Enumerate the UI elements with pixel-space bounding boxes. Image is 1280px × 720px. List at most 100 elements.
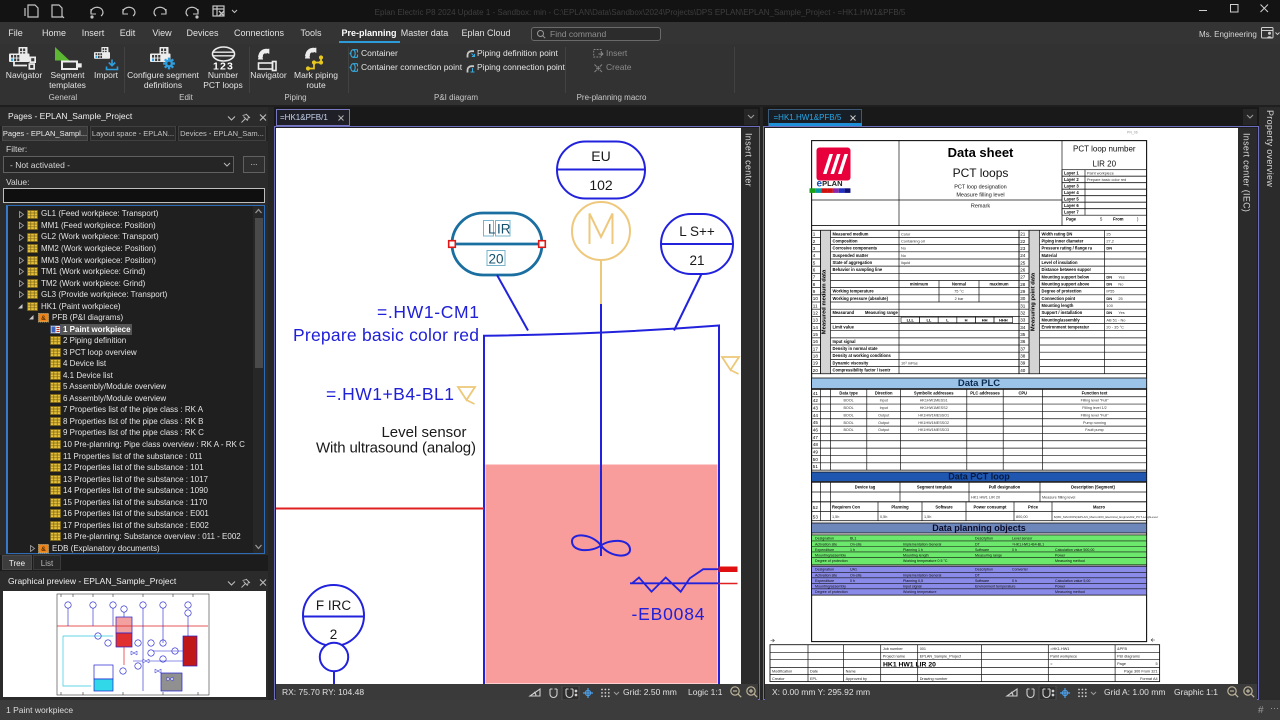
svg-text:Expenditure: Expenditure: [815, 548, 834, 552]
svg-text:Output: Output: [878, 413, 889, 417]
svg-text:Page 300 From 321: Page 300 From 321: [1124, 670, 1158, 674]
svg-text:Measuring method: Measuring method: [1055, 559, 1085, 563]
svg-text:With ultrasound (analog): With ultrasound (analog): [316, 440, 476, 457]
svg-text:No: No: [901, 246, 906, 251]
svg-text:Output: Output: [878, 428, 889, 432]
svg-text:IP55: IP55: [1106, 289, 1114, 294]
svg-text:EPLAN_Sample_Project: EPLAN_Sample_Project: [920, 655, 962, 659]
svg-text:HK1HW1MESS1: HK1HW1MESS1: [920, 399, 948, 403]
svg-text:Working temperature: Working temperature: [833, 289, 875, 294]
svg-text:maximum: maximum: [989, 282, 1008, 287]
svg-text:DN: DN: [1106, 296, 1112, 301]
svg-text:17: 17: [813, 346, 819, 351]
svg-text:Planning 0,5: Planning 0,5: [903, 579, 923, 583]
svg-text:39: 39: [1020, 361, 1026, 366]
svg-text:BOOL: BOOL: [843, 399, 853, 403]
svg-text:HK1HW1MESS2: HK1HW1MESS2: [920, 406, 948, 410]
svg-text:48: 48: [813, 442, 819, 447]
svg-text:Paint workpiece: Paint workpiece: [1087, 171, 1114, 175]
svg-text:Corrosive components: Corrosive components: [833, 246, 878, 251]
svg-text:From: From: [1113, 217, 1124, 222]
svg-text:Segment template: Segment template: [917, 484, 953, 489]
svg-text:46: 46: [813, 428, 819, 433]
svg-text:DN: DN: [1106, 310, 1112, 315]
svg-text:40: 40: [1020, 368, 1026, 373]
svg-text:Measured medium: Measured medium: [833, 231, 869, 236]
svg-text:Piping inner diameter: Piping inner diameter: [1042, 238, 1084, 243]
svg-text:1,5h: 1,5h: [924, 515, 931, 519]
svg-text:Power: Power: [1055, 585, 1066, 589]
svg-text:Function text: Function text: [1082, 391, 1108, 396]
svg-text:32: 32: [1020, 310, 1026, 315]
svg-text:$(MD_MACROS)\EPLAN_Macro\203_E: $(MD_MACROS)\EPLAN_Macro\203_Electrical_…: [1054, 515, 1158, 519]
svg-text:14: 14: [813, 325, 819, 330]
svg-text:Power: Power: [1055, 553, 1066, 557]
svg-text:Prepare basic color red: Prepare basic color red: [293, 325, 479, 345]
svg-text:Date: Date: [810, 670, 818, 674]
svg-text:Layer 2: Layer 2: [1064, 177, 1079, 182]
svg-text:Measure filling level: Measure filling level: [956, 193, 1004, 199]
svg-text:41: 41: [813, 391, 819, 396]
svg-text:Macro: Macro: [1093, 504, 1106, 509]
svg-text:Filling level "Full": Filling level "Full": [1081, 399, 1110, 403]
svg-text:CPU: CPU: [1018, 391, 1027, 396]
svg-text:21: 21: [1020, 232, 1026, 237]
svg-text:Level sensor: Level sensor: [381, 424, 466, 441]
svg-text:On-site: On-site: [850, 574, 862, 578]
svg-text:UA1: UA1: [850, 568, 857, 572]
svg-text:Mounting/assembly: Mounting/assembly: [1042, 317, 1081, 322]
svg-text:Modification: Modification: [772, 670, 792, 674]
svg-text:Input signal: Input signal: [903, 585, 922, 589]
svg-text:Input: Input: [880, 399, 888, 403]
svg-text:Mounting support above: Mounting support above: [1042, 281, 1090, 286]
svg-text:5: 5: [813, 260, 816, 265]
svg-text:=.HW1+B4-BL1: =.HW1+B4-BL1: [326, 384, 454, 404]
svg-text:Activation site: Activation site: [815, 542, 837, 546]
svg-text:0 h: 0 h: [850, 579, 855, 583]
svg-text:42: 42: [813, 398, 819, 403]
svg-text:Containing oil: Containing oil: [901, 238, 925, 243]
svg-text:Input: Input: [880, 406, 888, 410]
svg-text:Mounting/assembly: Mounting/assembly: [815, 585, 846, 589]
svg-text:53: 53: [813, 514, 819, 519]
svg-text:2: 2: [813, 239, 816, 244]
svg-text:Layer 1: Layer 1: [1064, 171, 1079, 176]
svg-text:HK1 HW1 LIR 20: HK1 HW1 LIR 20: [971, 495, 1000, 499]
svg-text:Remark: Remark: [971, 204, 991, 210]
svg-text:Degree of protection: Degree of protection: [815, 590, 848, 594]
svg-text:Level sensor: Level sensor: [1012, 536, 1033, 540]
svg-text:20: 20: [813, 368, 819, 373]
svg-text:33: 33: [1020, 318, 1026, 323]
svg-text:No: No: [1118, 281, 1123, 286]
svg-text:Measuring range: Measuring range: [865, 310, 898, 315]
svg-text:Power consumpt: Power consumpt: [974, 504, 1008, 509]
svg-text:BOOL: BOOL: [843, 406, 853, 410]
svg-text:LL: LL: [926, 318, 931, 323]
svg-text:Description: Description: [975, 536, 993, 540]
svg-text:ePLAN: ePLAN: [817, 179, 843, 190]
svg-text:=HK1.HW1+B4-BL1: =HK1.HW1+B4-BL1: [1012, 542, 1044, 546]
svg-text:&: &: [41, 546, 46, 553]
svg-text:Degree of protection: Degree of protection: [1042, 289, 1083, 294]
svg-text:9: 9: [813, 289, 816, 294]
svg-text:25: 25: [1020, 260, 1026, 265]
svg-text:Symbolic addresses: Symbolic addresses: [914, 391, 954, 396]
svg-text:Filling level "Full": Filling level "Full": [1081, 413, 1110, 417]
svg-text:Description: Description: [975, 568, 993, 572]
svg-text:25: 25: [1106, 231, 1110, 236]
svg-text:Output: Output: [878, 421, 889, 425]
svg-text:Yes: Yes: [1118, 310, 1124, 315]
svg-text:Description (Segment): Description (Segment): [1071, 484, 1115, 489]
svg-text:HHH: HHH: [999, 318, 1008, 323]
svg-text:DN: DN: [1106, 281, 1112, 286]
svg-text:Density at working conditions: Density at working conditions: [833, 353, 892, 358]
svg-text:Yes: Yes: [1118, 274, 1124, 279]
svg-text:20: 20: [489, 252, 504, 267]
svg-text:24: 24: [1020, 253, 1026, 258]
svg-text:P&I diagrams: P&I diagrams: [1117, 655, 1140, 659]
svg-text:&: &: [41, 315, 46, 322]
svg-text:Composition: Composition: [833, 238, 859, 243]
svg-text:50: 50: [813, 457, 819, 462]
svg-text:21: 21: [689, 253, 704, 268]
svg-text:Working temperature: Working temperature: [903, 590, 937, 594]
